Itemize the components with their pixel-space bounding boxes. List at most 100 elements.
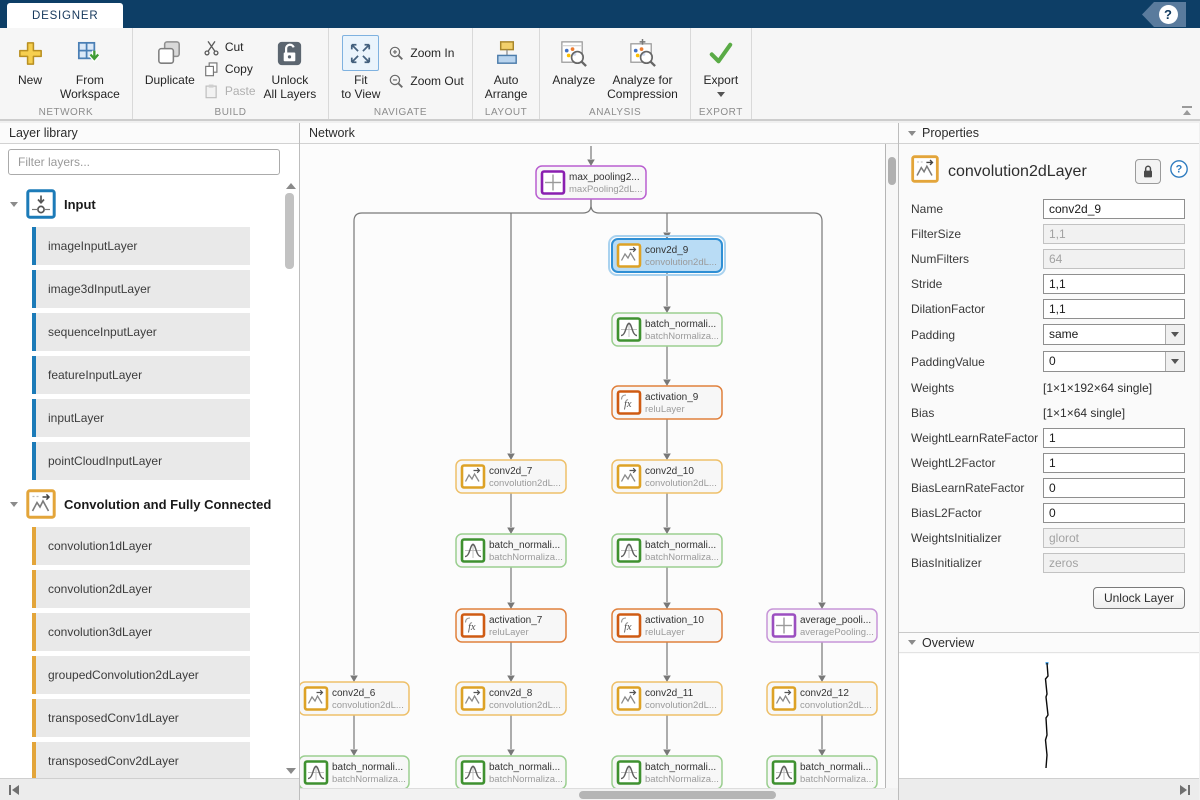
dropdown-button[interactable] bbox=[1165, 352, 1184, 371]
layer-item-label: transposedConv1dLayer bbox=[32, 699, 250, 737]
network-node-max_pooling2[interactable]: max_pooling2... maxPooling2dL... bbox=[536, 166, 646, 199]
network-node-batch_normali[interactable]: batch_normali... batchNormaliza... bbox=[612, 756, 722, 788]
canvas-vertical-scrollbar[interactable] bbox=[885, 144, 898, 788]
button-label: Analyze bbox=[552, 74, 595, 88]
node-type: convolution2dL... bbox=[489, 700, 561, 711]
library-item-image3dInputLayer[interactable]: image3dInputLayer bbox=[32, 270, 250, 308]
biaslearnratefactor-input[interactable] bbox=[1043, 478, 1185, 498]
dropdown-caret-icon bbox=[717, 92, 725, 97]
node-type: reluLayer bbox=[489, 627, 529, 638]
network-node-conv2d_11[interactable]: conv2d_11 convolution2dL... bbox=[612, 682, 722, 715]
weightlearnratefactor-input[interactable] bbox=[1043, 428, 1185, 448]
library-item-groupedConvolution2dLayer[interactable]: groupedConvolution2dLayer bbox=[32, 656, 250, 694]
unlock-all-layers-button[interactable]: Unlock All Layers bbox=[260, 34, 321, 105]
properties-fields: Name FilterSize NumFilters Stride Dilati… bbox=[899, 196, 1199, 575]
overview-header[interactable]: Overview bbox=[899, 632, 1199, 653]
edge bbox=[663, 346, 671, 386]
network-node-conv2d_8[interactable]: conv2d_8 convolution2dL... bbox=[456, 682, 566, 715]
network-node-batch_normali[interactable]: batch_normali... batchNormaliza... bbox=[767, 756, 877, 788]
network-canvas[interactable]: max_pooling2... maxPooling2dL... conv2d_… bbox=[300, 144, 885, 788]
network-node-batch_normali[interactable]: batch_normali... batchNormaliza... bbox=[456, 534, 566, 567]
analyze-for-compression-button[interactable]: Analyze for Compression bbox=[603, 34, 682, 105]
paste-button[interactable]: Paste bbox=[203, 80, 256, 102]
stride-input[interactable] bbox=[1043, 274, 1185, 294]
network-node-batch_normali[interactable]: batch_normali... batchNormaliza... bbox=[612, 313, 722, 346]
library-section-convolution[interactable]: Convolution and Fully Connected bbox=[10, 488, 282, 520]
overview-minimap[interactable] bbox=[899, 654, 1199, 778]
accent-bar bbox=[32, 613, 36, 651]
node-type: convolution2dL... bbox=[645, 257, 717, 268]
library-item-convolution1dLayer[interactable]: convolution1dLayer bbox=[32, 527, 250, 565]
network-node-conv2d_7[interactable]: conv2d_7 convolution2dL... bbox=[456, 460, 566, 493]
biasl2factor-input[interactable] bbox=[1043, 503, 1185, 523]
filter-layers-input[interactable] bbox=[8, 149, 280, 175]
help-button[interactable]: ? bbox=[1142, 2, 1186, 27]
node-type: convolution2dL... bbox=[800, 700, 872, 711]
overview-title: Overview bbox=[922, 636, 974, 650]
dilationfactor-input[interactable] bbox=[1043, 299, 1185, 319]
library-item-convolution2dLayer[interactable]: convolution2dLayer bbox=[32, 570, 250, 608]
node-name: batch_normali... bbox=[489, 762, 560, 773]
collapse-right-panel-icon[interactable] bbox=[1177, 782, 1193, 800]
scroll-up-icon[interactable] bbox=[286, 183, 296, 189]
collapse-ribbon-button[interactable] bbox=[1179, 104, 1195, 118]
network-node-conv2d_9[interactable]: conv2d_9 convolution2dL... bbox=[609, 236, 725, 275]
property-label: NumFilters bbox=[911, 252, 1043, 266]
library-item-featureInputLayer[interactable]: featureInputLayer bbox=[32, 356, 250, 394]
analyze-button[interactable]: Analyze bbox=[548, 34, 599, 105]
layer-help-icon[interactable]: ? bbox=[1169, 159, 1189, 184]
paddingvalue-select[interactable]: 0 bbox=[1043, 351, 1185, 372]
zoom-out-button[interactable]: Zoom Out bbox=[388, 70, 463, 92]
tab-designer[interactable]: DESIGNER bbox=[7, 3, 123, 28]
network-node-activation_7[interactable]: fx activation_7 reluLayer bbox=[456, 609, 566, 642]
library-item-inputLayer[interactable]: inputLayer bbox=[32, 399, 250, 437]
collapse-left-panel-icon[interactable] bbox=[6, 782, 22, 800]
svg-text:fx: fx bbox=[624, 399, 632, 410]
weightl2factor-input[interactable] bbox=[1043, 453, 1185, 473]
scroll-down-icon[interactable] bbox=[286, 768, 296, 774]
network-node-conv2d_6[interactable]: conv2d_6 convolution2dL... bbox=[300, 682, 409, 715]
duplicate-button[interactable]: Duplicate bbox=[141, 34, 199, 105]
library-scrollbar-thumb[interactable] bbox=[285, 193, 294, 269]
cut-button[interactable]: Cut bbox=[203, 36, 256, 58]
padding-select[interactable]: same bbox=[1043, 324, 1185, 345]
network-node-activation_10[interactable]: fx activation_10 reluLayer bbox=[612, 609, 722, 642]
network-node-batch_normali[interactable]: batch_normali... batchNormaliza... bbox=[612, 534, 722, 567]
library-scrollbar[interactable] bbox=[284, 183, 296, 774]
new-button[interactable]: New bbox=[8, 34, 52, 105]
export-button[interactable]: Export bbox=[699, 34, 743, 105]
network-node-average_pooli[interactable]: average_pooli... averagePooling... bbox=[767, 609, 877, 642]
library-item-transposedConv1dLayer[interactable]: transposedConv1dLayer bbox=[32, 699, 250, 737]
canvas-horizontal-scrollbar-thumb[interactable] bbox=[579, 791, 776, 799]
layer-library-panel: Layer library Input imageInputLayer imag… bbox=[0, 123, 300, 800]
chevron-down-icon bbox=[908, 131, 916, 136]
zoom-in-button[interactable]: Zoom In bbox=[388, 42, 463, 64]
auto-arrange-icon bbox=[491, 38, 522, 69]
unlock-layer-button[interactable]: Unlock Layer bbox=[1093, 587, 1185, 609]
network-node-batch_normali[interactable]: batch_normali... batchNormaliza... bbox=[456, 756, 566, 788]
copy-button[interactable]: Copy bbox=[203, 58, 256, 80]
network-node-conv2d_12[interactable]: conv2d_12 convolution2dL... bbox=[767, 682, 877, 715]
dropdown-button[interactable] bbox=[1165, 325, 1184, 344]
library-item-sequenceInputLayer[interactable]: sequenceInputLayer bbox=[32, 313, 250, 351]
library-item-imageInputLayer[interactable]: imageInputLayer bbox=[32, 227, 250, 265]
fit-to-view-button[interactable]: Fit to View bbox=[337, 34, 384, 105]
network-diagram[interactable]: max_pooling2... maxPooling2dL... conv2d_… bbox=[300, 144, 885, 788]
svg-text:fx: fx bbox=[468, 622, 476, 633]
canvas-horizontal-scrollbar[interactable] bbox=[300, 788, 885, 800]
auto-arrange-button[interactable]: Auto Arrange bbox=[481, 34, 532, 105]
library-item-convolution3dLayer[interactable]: convolution3dLayer bbox=[32, 613, 250, 651]
name-input[interactable] bbox=[1043, 199, 1185, 219]
library-item-transposedConv2dLayer[interactable]: transposedConv2dLayer bbox=[32, 742, 250, 778]
lock-button[interactable] bbox=[1135, 159, 1161, 184]
library-item-pointCloudInputLayer[interactable]: pointCloudInputLayer bbox=[32, 442, 250, 480]
unlock-icon bbox=[274, 38, 305, 69]
canvas-vertical-scrollbar-thumb[interactable] bbox=[888, 157, 896, 185]
network-node-batch_normali[interactable]: batch_normali... batchNormaliza... bbox=[300, 756, 409, 788]
library-section-input[interactable]: Input bbox=[10, 188, 282, 220]
properties-header[interactable]: Properties bbox=[899, 123, 1199, 144]
network-node-conv2d_10[interactable]: conv2d_10 convolution2dL... bbox=[612, 460, 722, 493]
duplicate-icon bbox=[154, 38, 185, 69]
network-node-activation_9[interactable]: fx activation_9 reluLayer bbox=[612, 386, 722, 419]
from-workspace-button[interactable]: From Workspace bbox=[56, 34, 124, 105]
